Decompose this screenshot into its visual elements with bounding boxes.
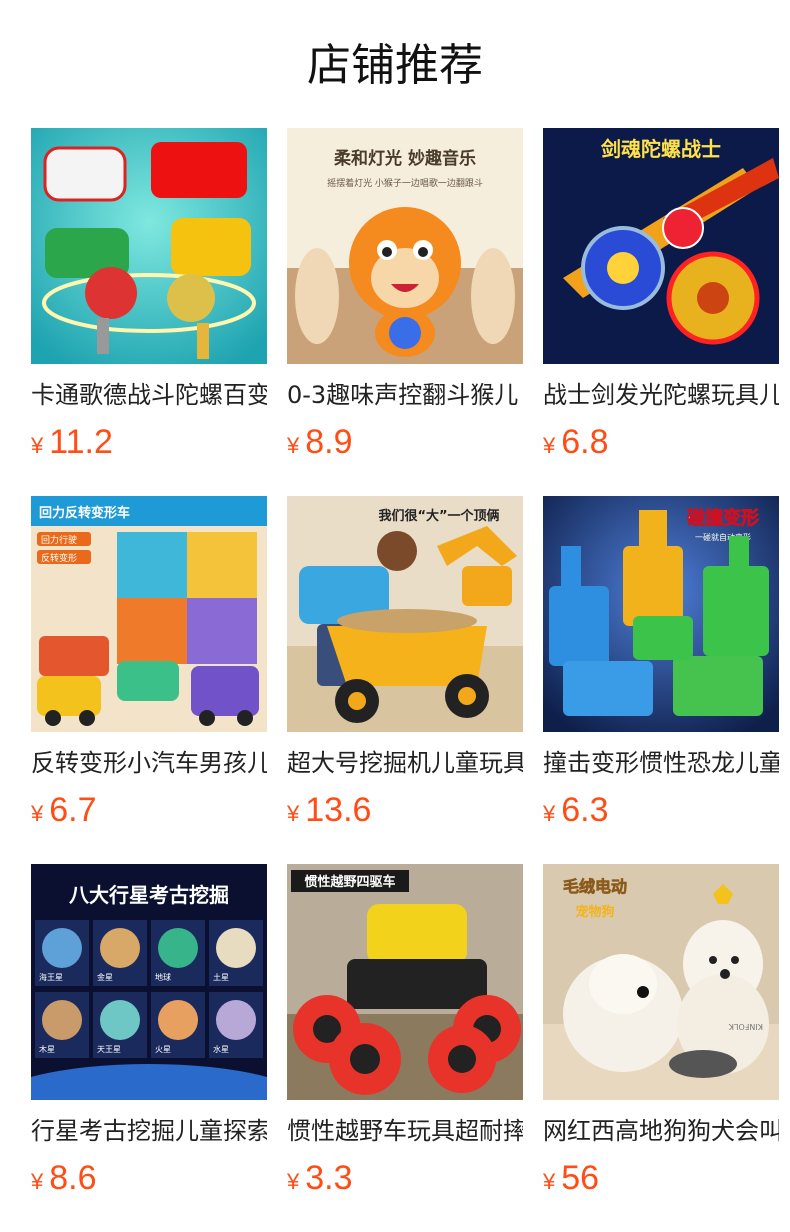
- product-card[interactable]: 惯性越野四驱车 惯性越野车玩具超耐摔 ¥3.3: [287, 864, 523, 1207]
- currency-symbol: ¥: [543, 1169, 556, 1194]
- price-value: 13.6: [305, 791, 372, 829]
- product-price: ¥6.3: [543, 788, 779, 839]
- image-banner-text: 剑魂陀螺战士: [600, 137, 721, 161]
- product-image[interactable]: 惯性越野四驱车: [287, 864, 523, 1100]
- currency-symbol: ¥: [543, 433, 556, 458]
- product-card[interactable]: 剑魂陀螺战士 战士剑发光陀螺玩具儿 ¥6.8: [543, 128, 779, 471]
- currency-symbol: ¥: [31, 1169, 44, 1194]
- product-price: ¥8.6: [31, 1156, 267, 1207]
- image-banner-text: 毛绒电动: [563, 877, 627, 896]
- image-banner-text: 八大行星考古挖掘: [69, 883, 229, 907]
- product-card[interactable]: 柔和灯光 妙趣音乐 摇摆着灯光 小猴子一边唱歌一边翻跟斗 0-3趣味声控翻斗猴儿…: [287, 128, 523, 471]
- planet-label: 地球: [155, 972, 171, 982]
- image-banner-subtext: 宠物狗: [575, 904, 614, 920]
- product-image[interactable]: 剑魂陀螺战士: [543, 128, 779, 364]
- planet-label: 火星: [155, 1045, 171, 1054]
- image-banner-text: 回力反转变形车: [39, 505, 130, 521]
- currency-symbol: ¥: [287, 1169, 300, 1194]
- currency-symbol: ¥: [287, 801, 300, 826]
- product-name[interactable]: 0-3趣味声控翻斗猴儿: [287, 378, 523, 412]
- image-banner-text: 我们很“大”一个顶俩: [378, 508, 499, 524]
- product-name[interactable]: 战士剑发光陀螺玩具儿: [543, 378, 779, 412]
- product-name[interactable]: 卡通歌德战斗陀螺百变: [31, 378, 267, 412]
- price-value: 3.3: [305, 1159, 353, 1197]
- product-image[interactable]: 八大行星考古挖掘 海王星 金星 地球 土星 木星 天王星 火星 水星: [31, 864, 267, 1100]
- product-card[interactable]: 回力反转变形车 回力行驶 反转变形 反转变形小汽车男孩儿 ¥6.7: [31, 496, 267, 839]
- planet-label: 木星: [39, 1044, 55, 1054]
- image-banner-text: 惯性越野四驱车: [304, 874, 395, 890]
- product-name[interactable]: 网红西高地狗狗犬会叫: [543, 1114, 779, 1148]
- product-name[interactable]: 撞击变形惯性恐龙儿童: [543, 746, 779, 780]
- product-image[interactable]: 回力反转变形车 回力行驶 反转变形: [31, 496, 267, 732]
- currency-symbol: ¥: [287, 433, 300, 458]
- planet-label: 水星: [213, 1044, 229, 1054]
- product-image[interactable]: 毛绒电动 宠物狗 KINFOLK: [543, 864, 779, 1100]
- product-image[interactable]: 我们很“大”一个顶俩: [287, 496, 523, 732]
- product-image[interactable]: [31, 128, 267, 364]
- planet-label: 金星: [97, 972, 113, 982]
- product-card[interactable]: 毛绒电动 宠物狗 KINFOLK 网红西高地狗狗犬会叫 ¥56: [543, 864, 779, 1207]
- currency-symbol: ¥: [31, 433, 44, 458]
- image-banner-subtext: 摇摆着灯光 小猴子一边唱歌一边翻跟斗: [327, 177, 483, 189]
- product-name[interactable]: 超大号挖掘机儿童玩具: [287, 746, 523, 780]
- product-price: ¥3.3: [287, 1156, 523, 1207]
- product-card[interactable]: 卡通歌德战斗陀螺百变 ¥11.2: [31, 128, 267, 471]
- product-name[interactable]: 行星考古挖掘儿童探索: [31, 1114, 267, 1148]
- product-card[interactable]: 八大行星考古挖掘 海王星 金星 地球 土星 木星 天王星 火星 水星 行星考古挖…: [31, 864, 267, 1207]
- currency-symbol: ¥: [543, 801, 556, 826]
- section-title: 店铺推荐: [307, 40, 483, 91]
- price-value: 8.6: [49, 1159, 97, 1197]
- product-price: ¥8.9: [287, 420, 523, 471]
- product-name[interactable]: 惯性越野车玩具超耐摔: [287, 1114, 523, 1148]
- product-price: ¥56: [543, 1156, 779, 1207]
- image-banner-text: 柔和灯光 妙趣音乐: [334, 148, 476, 169]
- price-value: 56: [561, 1159, 600, 1197]
- product-price: ¥6.7: [31, 788, 267, 839]
- planet-label: 天王星: [97, 1045, 121, 1054]
- product-name[interactable]: 反转变形小汽车男孩儿: [31, 746, 267, 780]
- planet-label: 海王星: [39, 972, 63, 982]
- product-card[interactable]: 我们很“大”一个顶俩 超大号挖掘机儿童玩具 ¥13.6: [287, 496, 523, 839]
- image-tag: 回力行驶: [41, 534, 77, 546]
- image-tag: 反转变形: [41, 552, 77, 564]
- product-image[interactable]: 碰撞变形 一碰就自动变形: [543, 496, 779, 732]
- product-card[interactable]: 碰撞变形 一碰就自动变形 撞击变形惯性恐龙儿童 ¥6.3: [543, 496, 779, 839]
- planet-label: 土星: [213, 972, 229, 982]
- product-price: ¥11.2: [31, 420, 267, 471]
- currency-symbol: ¥: [31, 801, 44, 826]
- price-value: 8.9: [305, 423, 353, 461]
- price-value: 6.7: [49, 791, 97, 829]
- price-value: 6.8: [561, 423, 609, 461]
- image-brand-text: KINFOLK: [728, 1022, 763, 1031]
- product-price: ¥6.8: [543, 420, 779, 471]
- price-value: 11.2: [49, 423, 113, 461]
- price-value: 6.3: [561, 791, 609, 829]
- product-price: ¥13.6: [287, 788, 523, 839]
- product-image[interactable]: 柔和灯光 妙趣音乐 摇摆着灯光 小猴子一边唱歌一边翻跟斗: [287, 128, 523, 364]
- image-banner-text: 碰撞变形: [687, 507, 759, 529]
